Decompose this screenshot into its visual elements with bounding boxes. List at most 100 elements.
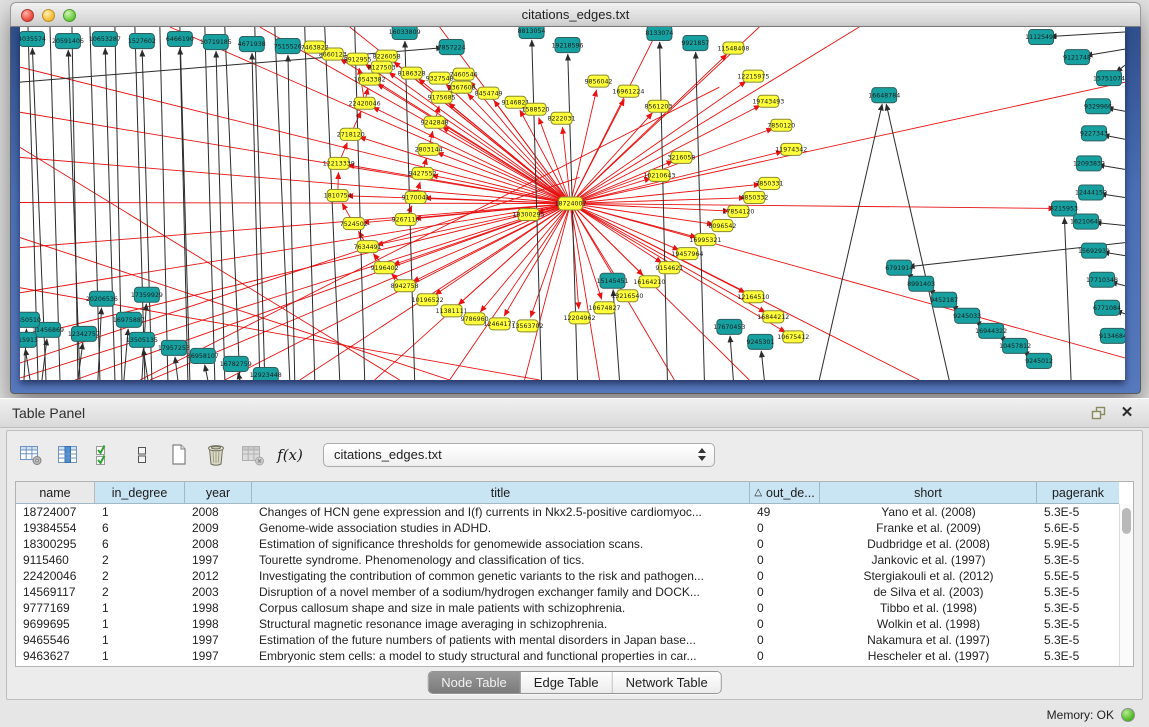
column-header-pagerank[interactable]: pagerank [1037,482,1119,503]
cell-out: 0 [750,633,820,647]
svg-text:10719185: 10719185 [200,39,232,46]
cell-year: 1997 [185,633,252,647]
svg-text:8222031: 8222031 [548,115,576,122]
svg-text:8991403: 8991403 [907,281,935,288]
table-row[interactable]: 1872400712008Changes of HCN gene express… [16,504,1119,520]
svg-text:10653287: 10653287 [89,36,121,43]
minimize-window-button[interactable] [42,9,55,22]
cell-indeg: 1 [95,633,185,647]
svg-text:12342757: 12342757 [68,331,100,338]
tab-network-table[interactable]: Network Table [613,672,721,693]
memory-ok-indicator [1121,708,1135,722]
svg-text:3216058: 3216058 [667,155,695,162]
svg-text:12164510: 12164510 [737,294,769,301]
select-all-icon[interactable] [91,441,119,469]
svg-text:19457964: 19457964 [671,251,703,258]
svg-text:2803144: 2803144 [415,147,443,154]
svg-text:15692931: 15692931 [1078,248,1110,255]
cell-pr: 5.5E-5 [1037,569,1119,583]
cell-name: 9465546 [16,633,95,647]
table-panel-titlebar: Table Panel ✕ [0,398,1149,428]
svg-text:8942758: 8942758 [391,283,419,290]
column-header-in-degree[interactable]: in_degree [95,482,185,503]
svg-text:15145451: 15145451 [596,278,628,285]
rows-icon[interactable] [128,441,156,469]
table-row[interactable]: 2242004622012Investigating the contribut… [16,568,1119,584]
svg-text:7857224: 7857224 [438,44,466,51]
svg-text:12204962: 12204962 [563,315,595,322]
column-header-short[interactable]: short [820,482,1037,503]
cell-pr: 5.3E-5 [1037,553,1119,567]
close-panel-icon[interactable]: ✕ [1117,404,1137,422]
cell-title: Estimation of the future numbers of pati… [252,633,750,647]
cell-name: 18300295 [16,537,95,551]
show-columns-icon[interactable] [54,441,82,469]
svg-text:12213339: 12213339 [323,161,355,168]
cell-short: Dudbridge et al. (2008) [820,537,1037,551]
cell-year: 2008 [185,505,252,519]
table-row[interactable]: 977716911998Corpus callosum shape and si… [16,600,1119,616]
column-header-title[interactable]: title [252,482,750,503]
cell-pr: 5.3E-5 [1037,601,1119,615]
cell-title: Disruption of a novel member of a sodium… [252,585,750,599]
table-row[interactable]: 969969511998Structural magnetic resonanc… [16,616,1119,632]
table-row[interactable]: 946362711997Embryonic stem cells: a mode… [16,648,1119,664]
table-row[interactable]: 911546021997Tourette syndrome. Phenomeno… [16,552,1119,568]
svg-text:11456869: 11456869 [32,327,64,334]
svg-text:8215953: 8215953 [1050,206,1078,213]
svg-text:8561203: 8561203 [644,103,672,110]
svg-text:8813054: 8813054 [518,28,546,35]
column-header-out-de-[interactable]: △out_de... [750,482,820,503]
cell-pr: 5.9E-5 [1037,537,1119,551]
function-builder-icon[interactable]: f(x) [276,441,304,469]
cell-year: 1997 [185,649,252,663]
svg-text:16782759: 16782759 [220,361,252,368]
table-source-value: citations_edges.txt [334,447,442,462]
table-row[interactable]: 946554611997Estimation of the future num… [16,632,1119,648]
cell-out: 0 [750,537,820,551]
cell-year: 1998 [185,617,252,631]
svg-text:17854120: 17854120 [722,209,754,216]
new-document-icon[interactable] [165,441,193,469]
svg-text:16975887: 16975887 [113,317,145,324]
svg-text:6791914: 6791914 [885,265,913,272]
network-canvas[interactable]: 4035574205914061065328715276026466190107… [20,27,1125,380]
vertical-scrollbar[interactable] [1119,504,1133,666]
cell-name: 14569117 [16,585,95,599]
svg-text:7634491: 7634491 [354,244,382,251]
svg-text:13505135: 13505135 [126,337,158,344]
zoom-window-button[interactable] [63,9,76,22]
window-titlebar[interactable]: citations_edges.txt [10,2,1141,27]
float-panel-icon[interactable] [1089,404,1109,422]
window-title: citations_edges.txt [11,3,1140,27]
svg-text:18724007: 18724007 [555,201,587,208]
scrollbar-thumb[interactable] [1122,508,1131,534]
close-window-button[interactable] [21,9,34,22]
svg-text:6466190: 6466190 [166,36,194,43]
column-header-year[interactable]: year [185,482,252,503]
cell-short: Jankovic et al. (1997) [820,553,1037,567]
tab-edge-table[interactable]: Edge Table [521,672,613,693]
table-row[interactable]: 1456911722003Disruption of a novel membe… [16,584,1119,600]
column-header-name[interactable]: name [16,482,95,503]
svg-text:7460546: 7460546 [450,71,478,78]
table-options-icon[interactable] [17,441,45,469]
delete-trash-icon[interactable] [202,441,230,469]
cell-title: Tourette syndrome. Phenomenology and cla… [252,553,750,567]
tab-node-table[interactable]: Node Table [428,672,521,693]
svg-text:3915913: 3915913 [20,337,38,344]
cell-short: Nakamura et al. (1997) [820,633,1037,647]
svg-text:9267110: 9267110 [392,217,420,224]
cell-pr: 5.6E-5 [1037,521,1119,535]
table-source-dropdown[interactable]: citations_edges.txt [323,443,715,467]
table-toolbar: f(x) citations_edges.txt [17,439,715,471]
table-row[interactable]: 1830029562008Estimation of significance … [16,536,1119,552]
import-table-disabled-icon [239,441,267,469]
cell-indeg: 1 [95,505,185,519]
svg-text:8096542: 8096542 [708,223,736,230]
table-row[interactable]: 1938455462009Genome-wide association stu… [16,520,1119,536]
cell-year: 2009 [185,521,252,535]
cell-title: Structural magnetic resonance image aver… [252,617,750,631]
svg-text:12923448: 12923448 [250,372,282,379]
svg-text:16844212: 16844212 [757,314,789,321]
